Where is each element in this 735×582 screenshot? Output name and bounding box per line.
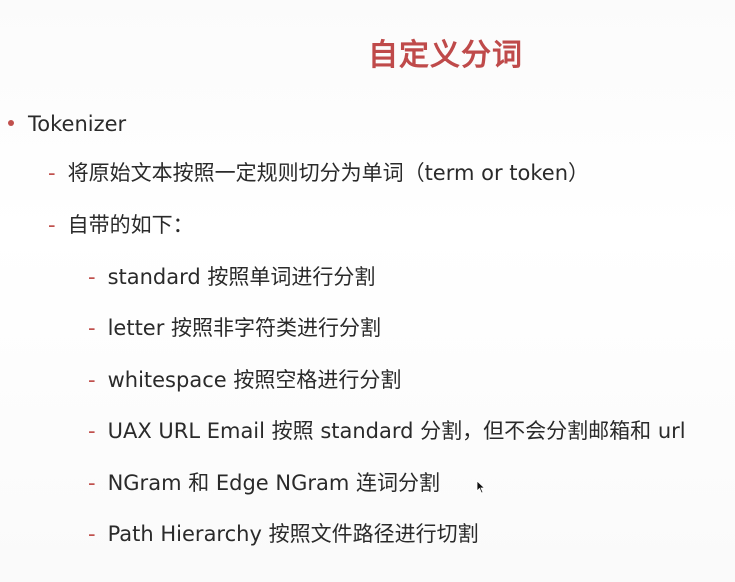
tokenizer-text: NGram 和 Edge NGram 连词分割 [107,471,441,495]
sub-item-builtin: - 自带的如下： [48,212,194,238]
dash-icon: - [88,265,96,289]
dash-icon: - [48,213,56,237]
sub-item-definition: - 将原始文本按照一定规则切分为单词（term or token） [48,160,589,186]
dash-icon: - [88,316,96,340]
sub-item-text: 自带的如下： [67,213,194,237]
dash-icon: - [88,419,96,443]
tokenizer-text: UAX URL Email 按照 standard 分割，但不会分割邮箱和 ur… [107,419,686,443]
slide-title: 自定义分词 [368,38,523,73]
dash-icon: - [88,522,96,546]
tokenizer-text: whitespace 按照空格进行分割 [107,368,402,392]
tokenizer-text: standard 按照单词进行分割 [107,265,376,289]
tokenizer-item-path-hierarchy: - Path Hierarchy 按照文件路径进行切割 [88,521,479,547]
tokenizer-text: Path Hierarchy 按照文件路径进行切割 [107,522,479,546]
tokenizer-text: letter 按照非字符类进行分割 [107,316,382,340]
slide: 自定义分词 Tokenizer - 将原始文本按照一定规则切分为单词（term o… [0,0,735,582]
dash-icon: - [48,161,56,185]
bullet-tokenizer: Tokenizer [8,111,126,137]
tokenizer-item-uax-url-email: - UAX URL Email 按照 standard 分割，但不会分割邮箱和 u… [88,418,686,444]
tokenizer-item-letter: - letter 按照非字符类进行分割 [88,315,381,341]
sub-item-text: 将原始文本按照一定规则切分为单词（term or token） [67,161,590,185]
dash-icon: - [88,368,96,392]
tokenizer-item-whitespace: - whitespace 按照空格进行分割 [88,367,401,393]
bullet-text: Tokenizer [28,112,127,136]
tokenizer-item-standard: - standard 按照单词进行分割 [88,264,375,290]
mouse-pointer-icon [476,480,486,494]
bullet-dot-icon [8,120,14,126]
dash-icon: - [88,471,96,495]
tokenizer-item-ngram: - NGram 和 Edge NGram 连词分割 [88,470,440,496]
